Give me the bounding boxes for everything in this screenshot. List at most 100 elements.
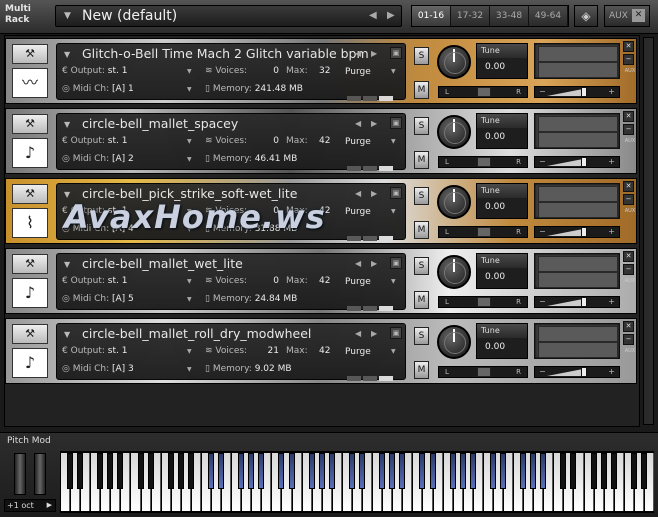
purge-menu[interactable]: Purge: [345, 67, 371, 77]
aux-toggle-button[interactable]: AUX ✕: [604, 5, 650, 27]
purge-menu[interactable]: Purge: [345, 207, 371, 217]
midi-channel-value[interactable]: [A] 2: [112, 154, 134, 164]
output-value[interactable]: st. 1: [108, 346, 128, 356]
edit-instrument-button[interactable]: ⚒: [12, 184, 48, 204]
volume-handle[interactable]: [581, 367, 587, 377]
close-icon[interactable]: ✕: [632, 9, 645, 22]
chevron-down-icon[interactable]: ▼: [64, 260, 70, 269]
tab-17-32[interactable]: 17-32: [451, 6, 490, 26]
black-key[interactable]: [520, 453, 527, 489]
black-key[interactable]: [389, 453, 396, 489]
midi-dropdown-icon[interactable]: ▼: [187, 366, 192, 373]
output-value[interactable]: st. 1: [108, 136, 128, 146]
mute-button[interactable]: M: [414, 361, 429, 379]
black-key[interactable]: [328, 453, 335, 489]
purge-dropdown-icon[interactable]: ▼: [391, 138, 396, 145]
max-voices-value[interactable]: 42: [319, 206, 330, 216]
output-dropdown-icon[interactable]: ▼: [187, 208, 192, 215]
prev-instrument-icon[interactable]: ◀: [355, 259, 361, 268]
prev-instrument-icon[interactable]: ◀: [355, 49, 361, 58]
black-key[interactable]: [489, 453, 496, 489]
tune-knob[interactable]: [437, 325, 471, 359]
chevron-down-icon[interactable]: ▼: [64, 190, 70, 199]
pan-slider[interactable]: L R: [438, 156, 528, 168]
preset-dropdown-icon[interactable]: ▼: [64, 11, 71, 21]
black-key[interactable]: [630, 453, 637, 489]
instrument-name[interactable]: circle-bell_mallet_roll_dry_modwheel: [82, 326, 311, 341]
instrument-name[interactable]: circle-bell_mallet_spacey: [82, 116, 238, 131]
black-key[interactable]: [590, 453, 597, 489]
max-voices-value[interactable]: 32: [319, 66, 330, 76]
next-preset-icon[interactable]: ▶: [387, 10, 395, 21]
max-voices-value[interactable]: 42: [319, 346, 330, 356]
midi-dropdown-icon[interactable]: ▼: [187, 86, 192, 93]
black-key[interactable]: [499, 453, 506, 489]
black-key[interactable]: [308, 453, 315, 489]
black-key[interactable]: [449, 453, 456, 489]
pan-slider[interactable]: L R: [438, 86, 528, 98]
volume-handle[interactable]: [581, 227, 587, 237]
snapshot-icon[interactable]: ▣: [390, 327, 402, 339]
minimize-icon[interactable]: −: [623, 54, 634, 65]
tune-value[interactable]: 0.00: [485, 132, 505, 142]
volume-slider[interactable]: − +: [534, 296, 620, 308]
black-key[interactable]: [429, 453, 436, 489]
close-icon[interactable]: ✕: [623, 251, 634, 262]
black-key[interactable]: [97, 453, 104, 489]
midi-channel-value[interactable]: [A] 3: [112, 364, 134, 374]
midi-dropdown-icon[interactable]: ▼: [187, 156, 192, 163]
purge-dropdown-icon[interactable]: ▼: [391, 278, 396, 285]
instrument-name[interactable]: circle-bell_mallet_wet_lite: [82, 256, 243, 271]
tab-33-48[interactable]: 33-48: [490, 6, 529, 26]
volume-handle[interactable]: [581, 297, 587, 307]
tune-value[interactable]: 0.00: [485, 272, 505, 282]
edit-instrument-button[interactable]: ⚒: [12, 254, 48, 274]
tune-value[interactable]: 0.00: [485, 62, 505, 72]
black-key[interactable]: [107, 453, 114, 489]
midi-dropdown-icon[interactable]: ▼: [187, 296, 192, 303]
snapshot-icon[interactable]: ▣: [390, 47, 402, 59]
midi-channel-value[interactable]: [A] 5: [112, 294, 134, 304]
black-key[interactable]: [117, 453, 124, 489]
tune-value[interactable]: 0.00: [485, 342, 505, 352]
edit-instrument-button[interactable]: ⚒: [12, 324, 48, 344]
minimize-icon[interactable]: −: [623, 264, 634, 275]
midi-channel-value[interactable]: [A] 4: [112, 224, 134, 234]
rack-scrollbar[interactable]: [643, 37, 654, 425]
mute-button[interactable]: M: [414, 81, 429, 99]
pan-handle[interactable]: [477, 227, 491, 237]
preset-selector[interactable]: ▼ New (default) ◀ ▶: [55, 5, 402, 27]
solo-button[interactable]: S: [414, 47, 429, 65]
output-value[interactable]: st. 1: [108, 276, 128, 286]
pan-handle[interactable]: [477, 297, 491, 307]
black-key[interactable]: [167, 453, 174, 489]
output-dropdown-icon[interactable]: ▼: [187, 68, 192, 75]
volume-slider[interactable]: − +: [534, 156, 620, 168]
black-key[interactable]: [399, 453, 406, 489]
max-voices-value[interactable]: 42: [319, 136, 330, 146]
solo-button[interactable]: S: [414, 327, 429, 345]
mute-button[interactable]: M: [414, 221, 429, 239]
octave-selector[interactable]: +1 oct ▶: [4, 499, 56, 512]
purge-menu[interactable]: Purge: [345, 347, 371, 357]
snapshot-icon[interactable]: ▣: [390, 117, 402, 129]
instrument-name[interactable]: Glitch-o-Bell Time Mach 2 Glitch variabl…: [82, 46, 369, 61]
volume-handle[interactable]: [581, 157, 587, 167]
black-key[interactable]: [560, 453, 567, 489]
octave-arrow-icon[interactable]: ▶: [47, 500, 52, 511]
chevron-down-icon[interactable]: ▼: [64, 330, 70, 339]
solo-button[interactable]: S: [414, 117, 429, 135]
pan-slider[interactable]: L R: [438, 366, 528, 378]
pan-handle[interactable]: [477, 87, 491, 97]
black-key[interactable]: [540, 453, 547, 489]
close-icon[interactable]: ✕: [623, 41, 634, 52]
output-dropdown-icon[interactable]: ▼: [187, 138, 192, 145]
black-key[interactable]: [258, 453, 265, 489]
black-key[interactable]: [379, 453, 386, 489]
black-key[interactable]: [187, 453, 194, 489]
black-key[interactable]: [278, 453, 285, 489]
instrument-name[interactable]: circle-bell_pick_strike_soft-wet_lite: [82, 186, 297, 201]
midi-dropdown-icon[interactable]: ▼: [187, 226, 192, 233]
black-key[interactable]: [459, 453, 466, 489]
purge-dropdown-icon[interactable]: ▼: [391, 208, 396, 215]
